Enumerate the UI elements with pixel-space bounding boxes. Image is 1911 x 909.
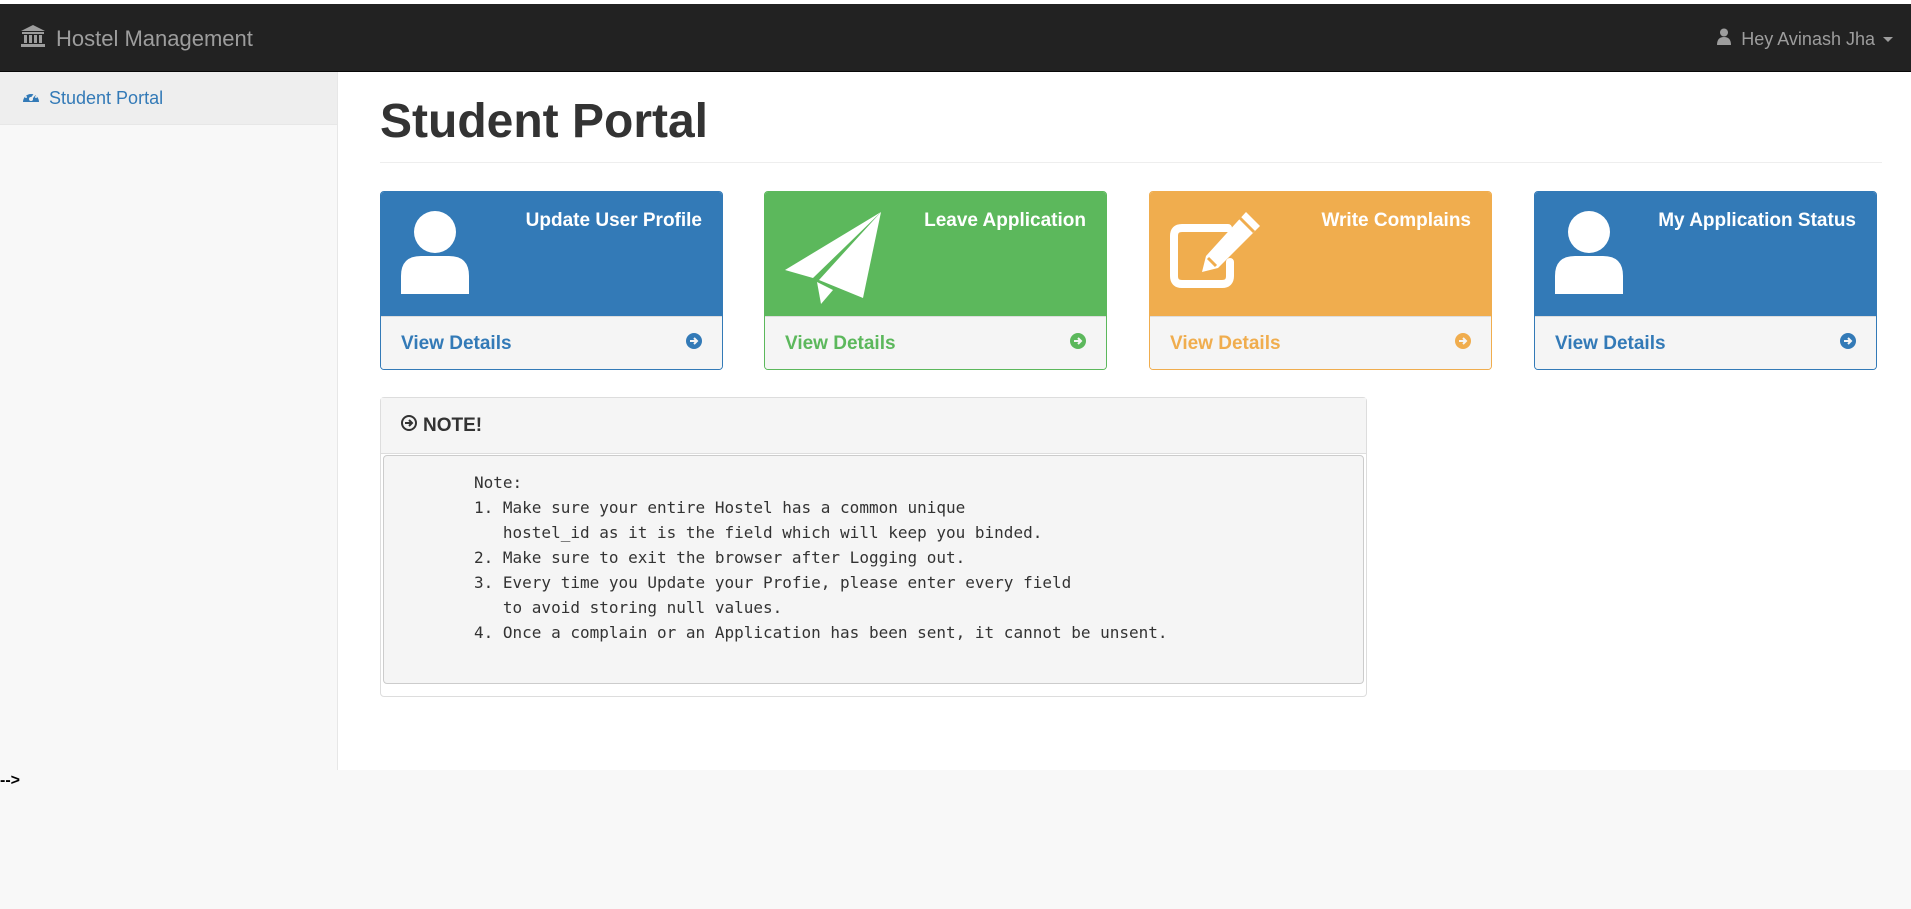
view-details-label: View Details (1555, 332, 1666, 354)
card-title: Update User Profile (525, 210, 702, 231)
arrow-circle-right-icon (686, 332, 702, 355)
brand-link[interactable]: Hostel Management (20, 24, 253, 54)
sidebar-item-student-portal[interactable]: Student Portal (0, 72, 337, 125)
brand-title: Hostel Management (56, 26, 253, 51)
note-body: Note: 1. Make sure your entire Hostel ha… (383, 455, 1364, 684)
user-icon (1717, 28, 1732, 50)
write-complains-card: Write Complains View Details (1149, 191, 1492, 370)
note-panel-header: NOTE! (381, 398, 1366, 454)
caret-down-icon (1883, 36, 1893, 42)
top-navbar: Hostel Management Hey Avinash Jha (0, 4, 1911, 72)
arrow-circle-right-icon (401, 414, 423, 437)
title-divider (380, 162, 1882, 163)
view-details-link[interactable]: View Details (1150, 316, 1491, 369)
card-header: My Application Status (1535, 192, 1876, 316)
card-title: Write Complains (1321, 210, 1471, 231)
card-title: My Application Status (1658, 210, 1856, 231)
view-details-link[interactable]: View Details (381, 316, 722, 369)
card-header: Leave Application (765, 192, 1106, 316)
application-status-card: My Application Status View Details (1534, 191, 1877, 370)
paper-plane-icon (783, 210, 883, 311)
user-greeting: Hey Avinash Jha (1741, 28, 1875, 49)
note-panel: NOTE! Note: 1. Make sure your entire Hos… (380, 397, 1367, 697)
note-text: Note: 1. Make sure your entire Hostel ha… (474, 473, 1168, 642)
arrow-circle-right-icon (1840, 332, 1856, 355)
stray-comment-text: --> (0, 772, 20, 789)
view-details-link[interactable]: View Details (1535, 316, 1876, 369)
view-details-label: View Details (1170, 332, 1281, 354)
card-header: Write Complains (1150, 192, 1491, 316)
main-content: Student Portal Update User Profile View … (338, 72, 1911, 770)
sidebar-item-label: Student Portal (49, 87, 164, 108)
card-title: Leave Application (924, 210, 1086, 231)
leave-application-card: Leave Application View Details (764, 191, 1107, 370)
note-heading: NOTE! (423, 414, 483, 436)
user-dropdown[interactable]: Hey Avinash Jha (1717, 28, 1893, 50)
edit-icon (1168, 210, 1264, 295)
sidebar: Student Portal (0, 72, 338, 770)
arrow-circle-right-icon (1455, 332, 1471, 355)
institution-icon (20, 24, 56, 54)
view-details-label: View Details (401, 332, 512, 354)
user-icon (399, 210, 471, 299)
page-title: Student Portal (380, 95, 709, 148)
view-details-link[interactable]: View Details (765, 316, 1106, 369)
view-details-label: View Details (785, 332, 896, 354)
card-header: Update User Profile (381, 192, 722, 316)
update-profile-card: Update User Profile View Details (380, 191, 723, 370)
arrow-circle-right-icon (1070, 332, 1086, 355)
user-icon (1553, 210, 1625, 299)
dashboard-icon (22, 88, 49, 109)
